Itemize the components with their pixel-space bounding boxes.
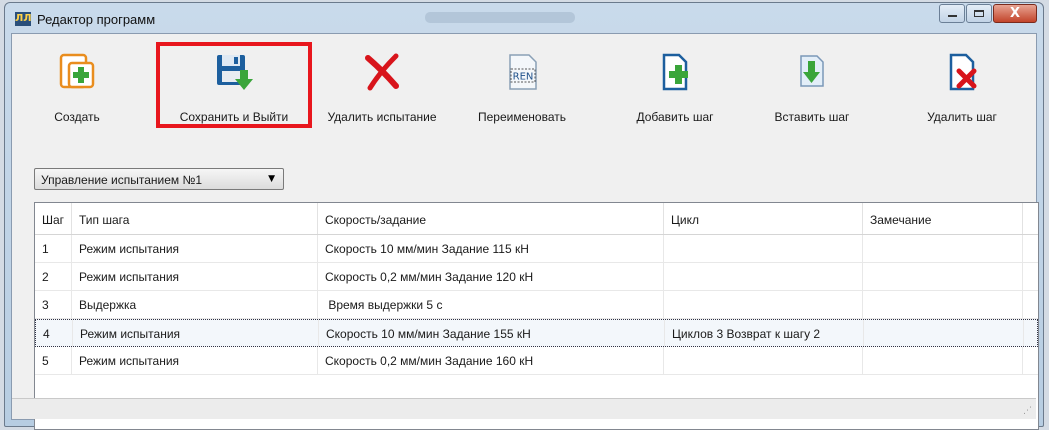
cell-step: 4	[36, 320, 73, 346]
client-area: Создать Сохранить и Выйти Удалить испыта…	[11, 33, 1039, 430]
steps-table: Шаг Тип шага Скорость/задание Цикл Замеч…	[34, 202, 1039, 430]
cell-speed: Скорость 0,2 мм/мин Задание 120 кН	[318, 263, 664, 290]
table-row-selected[interactable]: 4 Режим испытания Скорость 10 мм/мин Зад…	[35, 319, 1038, 347]
cell-step: 1	[35, 235, 72, 262]
table-header: Шаг Тип шага Скорость/задание Цикл Замеч…	[35, 203, 1038, 235]
cell-remark	[863, 347, 1023, 374]
save-icon	[217, 55, 253, 90]
window-title: Редактор программ	[37, 12, 156, 27]
delete-icon	[365, 53, 399, 91]
cell-cycle	[664, 235, 863, 262]
cell-cycle: Циклов 3 Возврат к шагу 2	[665, 320, 864, 346]
rename-icon-text: REN	[513, 72, 534, 83]
add-step-icon	[662, 53, 688, 91]
cell-speed: Скорость 0,2 мм/мин Задание 160 кН	[318, 347, 664, 374]
minimize-icon	[948, 15, 957, 17]
insert-step-label: Вставить шаг	[774, 110, 850, 124]
cell-cycle	[664, 263, 863, 290]
cell-type: Режим испытания	[72, 235, 318, 262]
close-icon: X	[1009, 6, 1021, 21]
status-bar: ⋰	[12, 398, 1036, 419]
minimize-button[interactable]	[939, 4, 965, 23]
cell-speed: Скорость 10 мм/мин Задание 155 кН	[319, 320, 665, 346]
column-header-filler	[1023, 203, 1038, 234]
create-label: Создать	[54, 110, 100, 124]
delete-test-button[interactable]: Удалить испытание	[312, 38, 452, 124]
editor-window: ЛЛ Редактор программ X Создать Сохранить…	[4, 2, 1044, 430]
cell-type: Режим испытания	[72, 347, 318, 374]
delete-step-label: Удалить шаг	[927, 110, 997, 124]
cell-filler	[1023, 347, 1038, 374]
maximize-icon	[974, 10, 984, 17]
cell-speed: Скорость 10 мм/мин Задание 115 кН	[318, 235, 664, 262]
column-header-step-type[interactable]: Тип шага	[72, 203, 318, 234]
create-icon	[59, 53, 95, 89]
chevron-down-icon: ▼	[268, 174, 275, 184]
cell-cycle	[664, 291, 863, 318]
cell-filler	[1023, 263, 1038, 290]
window-controls: X	[938, 4, 1037, 23]
create-button[interactable]: Создать	[42, 38, 112, 124]
save-and-exit-button[interactable]: Сохранить и Выйти	[164, 38, 304, 124]
column-header-step[interactable]: Шаг	[35, 203, 72, 234]
add-step-label: Добавить шаг	[636, 110, 714, 124]
cell-filler	[1023, 235, 1038, 262]
cell-remark	[864, 320, 1024, 346]
cell-type: Режим испытания	[72, 263, 318, 290]
blurred-title-area	[425, 12, 575, 23]
table-row[interactable]: 3 Выдержка Время выдержки 5 с	[35, 291, 1038, 319]
dropdown-value: Управление испытанием №1	[41, 173, 203, 187]
delete-step-button[interactable]: Удалить шаг	[907, 38, 1017, 124]
insert-step-button[interactable]: Вставить шаг	[757, 38, 867, 124]
insert-step-icon	[800, 55, 824, 87]
add-step-button[interactable]: Добавить шаг	[620, 38, 730, 124]
rename-label: Переименовать	[478, 110, 566, 124]
delete-test-label: Удалить испытание	[327, 110, 437, 124]
cell-type: Выдержка	[72, 291, 318, 318]
table-row[interactable]: 5 Режим испытания Скорость 0,2 мм/мин За…	[35, 347, 1038, 375]
cell-cycle	[664, 347, 863, 374]
cell-speed: Время выдержки 5 с	[318, 291, 664, 318]
cell-type: Режим испытания	[73, 320, 319, 346]
table-row[interactable]: 1 Режим испытания Скорость 10 мм/мин Зад…	[35, 235, 1038, 263]
app-icon: ЛЛ	[15, 12, 32, 26]
cell-remark	[863, 263, 1023, 290]
cell-filler	[1023, 291, 1038, 318]
cell-step: 2	[35, 263, 72, 290]
column-header-cycle[interactable]: Цикл	[664, 203, 863, 234]
cell-step: 5	[35, 347, 72, 374]
save-and-exit-label: Сохранить и Выйти	[179, 110, 289, 124]
rename-button[interactable]: REN Переименовать	[462, 38, 582, 124]
table-row[interactable]: 2 Режим испытания Скорость 0,2 мм/мин За…	[35, 263, 1038, 291]
resize-grip-icon[interactable]: ⋰	[1023, 406, 1032, 416]
rename-icon: REN	[509, 54, 537, 90]
column-header-remark[interactable]: Замечание	[863, 203, 1023, 234]
test-control-dropdown[interactable]: Управление испытанием №1 ▼	[34, 168, 284, 190]
close-button[interactable]: X	[993, 4, 1037, 23]
column-header-speed-task[interactable]: Скорость/задание	[318, 203, 664, 234]
cell-filler	[1024, 320, 1037, 346]
delete-step-icon	[949, 53, 977, 91]
cell-step: 3	[35, 291, 72, 318]
toolbar: Создать Сохранить и Выйти Удалить испыта…	[12, 34, 1038, 128]
maximize-button[interactable]	[966, 4, 992, 23]
cell-remark	[863, 235, 1023, 262]
title-bar[interactable]: ЛЛ Редактор программ X	[5, 3, 1043, 33]
cell-remark	[863, 291, 1023, 318]
